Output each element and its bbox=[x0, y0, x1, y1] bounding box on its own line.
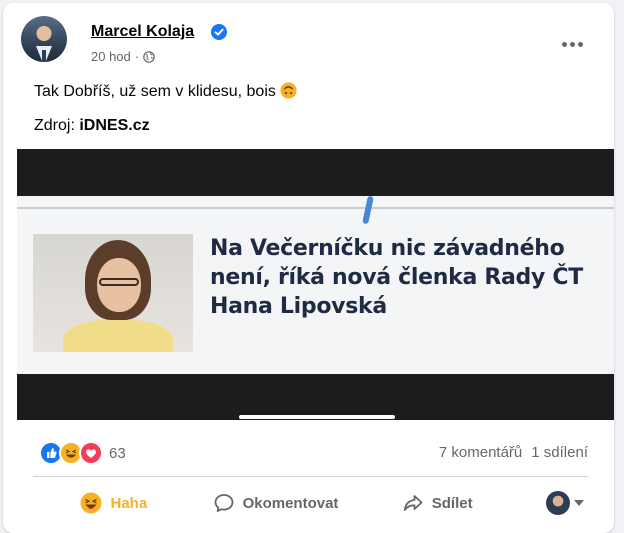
profile-avatar bbox=[546, 491, 570, 515]
share-icon bbox=[403, 495, 423, 511]
reaction-count: 63 bbox=[109, 444, 126, 462]
dot-icon bbox=[577, 41, 583, 47]
upside-down-face-icon bbox=[280, 82, 297, 99]
pen-mark bbox=[362, 195, 374, 225]
post-source: Zdroj: iDNES.cz bbox=[34, 117, 150, 135]
chevron-down-icon bbox=[574, 500, 584, 506]
avatar-tie bbox=[42, 50, 46, 62]
engagement-stats: 7 komentářů 1 sdílení bbox=[439, 444, 588, 461]
author-avatar[interactable] bbox=[21, 16, 67, 62]
profile-selector[interactable] bbox=[546, 491, 584, 515]
photo-glasses bbox=[99, 278, 139, 286]
source-prefix: Zdroj: bbox=[34, 117, 75, 134]
share-label: Sdílet bbox=[431, 494, 473, 512]
post-meta: 20 hod · bbox=[91, 49, 155, 64]
actions-divider bbox=[33, 476, 588, 477]
share-button[interactable]: Sdílet bbox=[356, 483, 518, 523]
react-button[interactable]: Haha bbox=[33, 483, 195, 523]
love-reaction-icon bbox=[79, 441, 103, 465]
more-options-button[interactable] bbox=[559, 31, 585, 57]
image-scroll-indicator bbox=[239, 415, 395, 419]
meta-separator: · bbox=[134, 49, 140, 64]
post-text-content: Tak Dobříš, už sem v klidesu, bois bbox=[34, 83, 276, 100]
globe-icon[interactable] bbox=[143, 50, 155, 63]
article-headline: Na Večerníčku nic závadného není, říká n… bbox=[210, 236, 583, 319]
shares-count[interactable]: 1 sdílení bbox=[531, 444, 588, 461]
post-text: Tak Dobříš, už sem v klidesu, bois bbox=[34, 82, 297, 101]
source-link[interactable]: iDNES.cz bbox=[79, 117, 149, 134]
dot-icon bbox=[561, 41, 567, 47]
image-divider bbox=[17, 207, 614, 209]
react-label: Haha bbox=[110, 494, 148, 512]
post-card: Marcel Kolaja 20 hod · Tak Dobříš, už se… bbox=[3, 3, 614, 533]
comment-button[interactable]: Okomentovat bbox=[195, 483, 357, 523]
article-screenshot: Na Večerníčku nic závadného není, říká n… bbox=[17, 195, 614, 374]
verified-badge-icon bbox=[211, 24, 227, 40]
haha-icon bbox=[80, 492, 102, 514]
dot-icon bbox=[569, 41, 575, 47]
photo-body bbox=[63, 320, 173, 352]
post-image[interactable]: Na Večerníčku nic závadného není, říká n… bbox=[17, 149, 614, 420]
comment-label: Okomentovat bbox=[242, 494, 339, 512]
comment-icon bbox=[214, 494, 233, 512]
post-time[interactable]: 20 hod bbox=[91, 49, 131, 64]
action-bar: Haha Okomentovat Sdílet bbox=[33, 483, 588, 523]
article-photo bbox=[33, 234, 193, 352]
comments-count[interactable]: 7 komentářů bbox=[439, 444, 522, 461]
author-name[interactable]: Marcel Kolaja bbox=[91, 23, 194, 41]
reactions-summary[interactable]: 63 bbox=[39, 441, 126, 465]
